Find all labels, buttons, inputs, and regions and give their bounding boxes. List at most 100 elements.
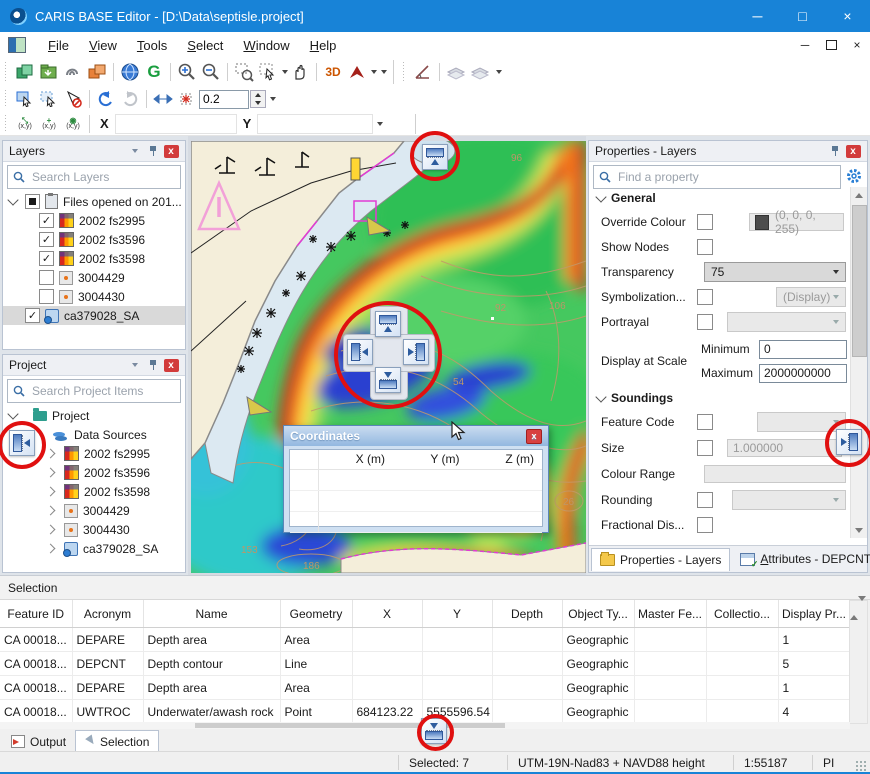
checkbox[interactable] — [39, 213, 54, 228]
layers-tree-item[interactable]: 2002 fs3598 — [3, 249, 185, 268]
google-earth-button[interactable]: G — [142, 61, 166, 83]
scroll-thumb[interactable] — [852, 205, 867, 357]
table-row[interactable]: CA 00018...DEPARE Depth areaArea Geograp… — [0, 676, 850, 700]
portrayal-checkbox[interactable] — [697, 314, 713, 330]
copy-folders-button[interactable] — [85, 61, 109, 83]
open-file-button[interactable] — [13, 61, 37, 83]
coordinates-titlebar[interactable]: Coordinates x — [284, 426, 548, 446]
minimize-button[interactable]: ─ — [735, 0, 780, 32]
coordinate-add-button[interactable]: +(x,y) — [37, 113, 61, 135]
tab-output[interactable]: Output — [2, 731, 75, 752]
select-by-lasso-button[interactable] — [37, 88, 61, 110]
snap-radius-button[interactable] — [175, 88, 199, 110]
toolbar-overflow[interactable] — [492, 61, 504, 83]
coord-row[interactable] — [290, 512, 542, 533]
checkbox[interactable] — [39, 289, 54, 304]
layers-search-input[interactable] — [30, 169, 180, 185]
show-nodes-checkbox[interactable] — [697, 239, 713, 255]
menu-select[interactable]: Select — [177, 38, 233, 53]
tab-attributes-depcnt[interactable]: Attributes - DEPCNT — [732, 548, 870, 570]
north-arrow-button[interactable] — [345, 61, 369, 83]
checkbox[interactable] — [25, 308, 40, 323]
panel-menu-icon[interactable] — [127, 143, 143, 159]
menu-tools[interactable]: Tools — [127, 38, 177, 53]
selection-header-row[interactable]: Feature IDAcronym NameGeometry XY DepthO… — [0, 600, 850, 628]
checkbox[interactable] — [39, 232, 54, 247]
chevron-right-icon[interactable] — [46, 506, 56, 516]
symbolization-checkbox[interactable] — [697, 289, 713, 305]
menu-window[interactable]: Window — [233, 38, 299, 53]
zoom-next-button[interactable] — [118, 88, 142, 110]
zoom-window-button[interactable] — [232, 61, 256, 83]
coord-row[interactable] — [290, 470, 542, 491]
resize-grip[interactable] — [855, 760, 867, 772]
zoom-out-button[interactable] — [199, 61, 223, 83]
toolbar-overflow[interactable] — [266, 88, 278, 110]
minimum-input[interactable]: 0 — [759, 340, 847, 359]
scroll-up-icon[interactable] — [851, 187, 867, 203]
project-tree-item[interactable]: 3004429 — [3, 501, 185, 520]
toolbar-grip[interactable] — [3, 62, 8, 82]
select-by-rectangle-button[interactable] — [13, 88, 37, 110]
property-search-input[interactable] — [616, 169, 840, 185]
checkbox[interactable] — [39, 251, 54, 266]
mdi-close-button[interactable]: × — [844, 35, 870, 55]
x-coordinate-input[interactable] — [115, 114, 237, 134]
toolbar-grip[interactable] — [3, 115, 8, 131]
layers-tree-item[interactable]: 2002 fs2995 — [3, 211, 185, 230]
snap-radius-stepper[interactable] — [250, 90, 266, 108]
zoom-in-button[interactable] — [175, 61, 199, 83]
override-colour-checkbox[interactable] — [697, 214, 713, 230]
mdi-restore-button[interactable] — [818, 35, 844, 55]
globe-button[interactable] — [118, 61, 142, 83]
rounding-combo[interactable] — [732, 490, 846, 510]
feature-code-checkbox[interactable] — [697, 414, 713, 430]
select-tool-button[interactable] — [256, 61, 280, 83]
checkbox[interactable] — [39, 270, 54, 285]
chevron-right-icon[interactable] — [46, 487, 56, 497]
project-search-input[interactable] — [30, 383, 180, 399]
mdi-minimize-button[interactable]: ─ — [792, 35, 818, 55]
pin-icon[interactable] — [145, 143, 161, 159]
layers-tree-item[interactable]: 3004430 — [3, 287, 185, 306]
chevron-right-icon[interactable] — [46, 449, 56, 459]
fractional-checkbox[interactable] — [697, 517, 713, 533]
scroll-down-icon[interactable] — [858, 596, 866, 615]
layers-tree-item[interactable]: 2002 fs3596 — [3, 230, 185, 249]
toolbar-grip[interactable] — [3, 90, 8, 108]
transparency-combo[interactable]: 75 — [704, 262, 846, 282]
toolbar-overflow[interactable] — [373, 113, 385, 135]
layers-next-button[interactable] — [468, 61, 492, 83]
layers-search[interactable] — [7, 165, 181, 189]
coordinate-pick-button[interactable]: ⤡(x,y) — [13, 113, 37, 135]
toolbar-overflow[interactable] — [377, 61, 389, 83]
chevron-right-icon[interactable] — [46, 525, 56, 535]
project-tree-item[interactable]: 2002 fs3598 — [3, 482, 185, 501]
deselect-button[interactable] — [61, 88, 85, 110]
chevron-right-icon[interactable] — [46, 544, 56, 554]
maximize-button[interactable]: □ — [780, 0, 825, 32]
coord-row[interactable] — [290, 491, 542, 512]
menu-file[interactable]: File — [38, 38, 79, 53]
pin-icon[interactable] — [827, 143, 843, 159]
table-row[interactable]: CA 00018...DEPCNT Depth contourLine Geog… — [0, 652, 850, 676]
pin-icon[interactable] — [145, 357, 161, 373]
chevron-down-icon[interactable] — [7, 408, 18, 419]
snap-radius-input[interactable] — [199, 90, 249, 109]
scroll-thumb[interactable] — [195, 723, 505, 728]
tab-properties-layers[interactable]: Properties - Layers — [591, 548, 730, 571]
scroll-up-icon[interactable] — [850, 601, 858, 620]
menu-view[interactable]: View — [79, 38, 127, 53]
menu-help[interactable]: Help — [300, 38, 347, 53]
panel-menu-icon[interactable] — [127, 357, 143, 373]
tab-selection[interactable]: Selection — [75, 730, 159, 752]
gear-icon[interactable] — [845, 167, 863, 185]
maximum-input[interactable]: 2000000000 — [759, 364, 847, 383]
close-button[interactable]: × — [825, 0, 870, 32]
y-coordinate-input[interactable] — [257, 114, 373, 134]
chevron-right-icon[interactable] — [46, 468, 56, 478]
layers-tree-item-selected[interactable]: ca379028_SA — [3, 306, 185, 325]
layers-tree-root[interactable]: Files opened on 201... — [3, 192, 185, 211]
section-soundings[interactable]: Soundings — [589, 387, 867, 409]
size-checkbox[interactable] — [697, 440, 713, 456]
